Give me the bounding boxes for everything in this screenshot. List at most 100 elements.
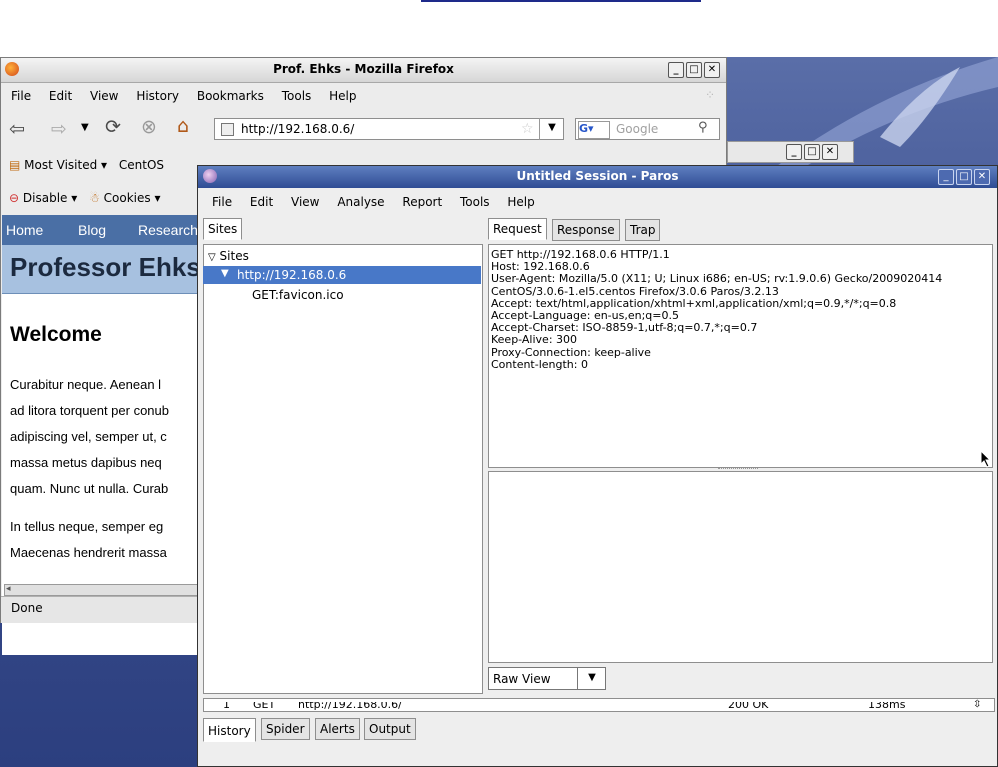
history-time: 138ms: [868, 702, 906, 711]
request-line: Keep-Alive: 300: [491, 333, 578, 347]
request-line: Content-length: 0: [491, 357, 588, 371]
tree-node-favicon[interactable]: GET:favicon.ico: [252, 288, 344, 302]
firefox-titlebar: Prof. Ehks - Mozilla Firefox _ □ ✕: [1, 58, 726, 83]
menu-edit[interactable]: Edit: [250, 195, 273, 209]
paros-menubar: File Edit View Analyse Report Tools Help: [212, 195, 549, 209]
welcome-heading: Welcome: [10, 323, 102, 346]
request-line: CentOS/3.0.6-1.el5.centos Firefox/3.0.6 …: [491, 284, 779, 298]
menu-file[interactable]: File: [11, 89, 31, 103]
tab-history[interactable]: History: [203, 718, 256, 742]
history-status: 200 OK: [728, 702, 769, 711]
bookmarks-toolbar: ▤ Most Visited ▾ CentOS: [9, 158, 164, 172]
home-icon[interactable]: ⌂: [177, 115, 189, 137]
request-header-panel[interactable]: GET http://192.168.0.6 HTTP/1.1 Host: 19…: [488, 244, 993, 468]
nav-blog[interactable]: Blog: [78, 222, 106, 238]
menu-analyse[interactable]: Analyse: [337, 195, 384, 209]
search-box[interactable]: G▾ Google ⚲: [575, 118, 720, 140]
expand-icon[interactable]: ▽: [208, 252, 216, 263]
nav-research[interactable]: Research: [138, 222, 198, 238]
toolbar-disable[interactable]: Disable ▾: [23, 191, 77, 205]
tab-output[interactable]: Output: [364, 718, 416, 740]
view-select[interactable]: Raw View ▼: [488, 667, 606, 690]
collapse-icon[interactable]: ▼: [221, 268, 229, 279]
top-link-bar: [421, 0, 701, 2]
maximize-icon[interactable]: □: [956, 169, 972, 185]
bookmark-star-icon[interactable]: ☆: [521, 121, 534, 137]
toolbar-cookies[interactable]: Cookies ▾: [104, 191, 161, 205]
paros-titlebar: Untitled Session - Paros _ □ ✕: [198, 166, 997, 188]
folder-icon: ▤: [9, 158, 21, 172]
maximize-icon[interactable]: □: [804, 144, 820, 160]
menu-view[interactable]: View: [90, 89, 118, 103]
minimize-icon[interactable]: _: [786, 144, 802, 160]
horizontal-scrollbar[interactable]: ◂: [4, 584, 200, 596]
close-icon[interactable]: ✕: [822, 144, 838, 160]
menu-report[interactable]: Report: [402, 195, 442, 209]
page-heading: Professor Ehks: [10, 252, 201, 282]
back-icon[interactable]: ⇦: [9, 118, 25, 140]
site-identity-icon[interactable]: [221, 123, 234, 136]
search-placeholder: Google: [616, 122, 659, 136]
tree-root[interactable]: ▽ Sites: [208, 249, 249, 263]
paros-title: Untitled Session - Paros: [516, 169, 679, 183]
status-text: Done: [11, 601, 43, 615]
dropdown-arrow-icon[interactable]: ▼: [577, 668, 606, 689]
minimize-icon[interactable]: _: [938, 169, 954, 185]
menu-help[interactable]: Help: [507, 195, 534, 209]
reload-icon[interactable]: ⟳: [105, 116, 121, 138]
scroll-left-icon[interactable]: ◂: [6, 584, 11, 594]
webdev-toolbar: ⊖ Disable ▾ ☃ Cookies ▾: [9, 191, 161, 205]
search-engine-icon[interactable]: G▾: [578, 121, 610, 139]
tab-spider[interactable]: Spider: [261, 718, 310, 740]
history-index: 1: [223, 702, 230, 711]
menu-tools[interactable]: Tools: [460, 195, 490, 209]
request-line: Proxy-Connection: keep-alive: [491, 345, 651, 359]
paros-window: Untitled Session - Paros _ □ ✕ File Edit…: [197, 165, 998, 767]
stop-icon[interactable]: ⊗: [141, 116, 157, 138]
paragraph-line: adipiscing vel, semper ut, c: [10, 429, 167, 444]
tab-trap[interactable]: Trap: [625, 219, 661, 241]
close-icon[interactable]: ✕: [974, 169, 990, 185]
url-dropdown-icon[interactable]: ▼: [539, 118, 564, 140]
menu-tools[interactable]: Tools: [282, 89, 312, 103]
bookmark-centos[interactable]: CentOS: [119, 158, 164, 172]
request-headers: GET http://192.168.0.6 HTTP/1.1 Host: 19…: [491, 248, 943, 371]
cookies-icon: ☃: [89, 191, 100, 205]
menu-history[interactable]: History: [136, 89, 179, 103]
throbber-icon: ⁘: [705, 88, 716, 102]
tree-host-label: http://192.168.0.6: [237, 268, 347, 282]
request-body-panel[interactable]: [488, 471, 993, 663]
minimize-icon[interactable]: _: [668, 62, 684, 78]
page-header: Professor Ehks: [2, 245, 202, 294]
menu-bookmarks[interactable]: Bookmarks: [197, 89, 264, 103]
sites-tree-panel: ▽ Sites: [203, 244, 483, 694]
tree-root-label: Sites: [219, 249, 249, 263]
menu-help[interactable]: Help: [329, 89, 356, 103]
history-dropdown-icon[interactable]: ▼: [81, 122, 89, 133]
url-text: http://192.168.0.6/: [241, 122, 355, 136]
request-line: User-Agent: Mozilla/5.0 (X11; U; Linux i…: [491, 272, 943, 286]
search-icon[interactable]: ⚲: [698, 120, 708, 135]
paragraph-line: Maecenas hendrerit massa: [10, 545, 167, 560]
menu-view[interactable]: View: [291, 195, 319, 209]
url-bar[interactable]: http://192.168.0.6/ ☆ ▼: [214, 118, 564, 140]
menu-edit[interactable]: Edit: [49, 89, 72, 103]
menu-file[interactable]: File: [212, 195, 232, 209]
paragraph-line: Curabitur neque. Aenean l: [10, 377, 162, 392]
history-method: GET: [253, 702, 276, 711]
tab-response[interactable]: Response: [552, 219, 620, 241]
scroll-spinner-icon[interactable]: ⇳: [973, 699, 981, 710]
mouse-cursor-icon: [980, 450, 992, 468]
tab-request[interactable]: Request: [488, 218, 547, 240]
background-window-titlebar: _ □ ✕: [727, 141, 854, 163]
forward-icon[interactable]: ⇨: [51, 118, 67, 140]
close-icon[interactable]: ✕: [704, 62, 720, 78]
tab-alerts[interactable]: Alerts: [315, 718, 360, 740]
paragraph-line: ad litora torquent per conub: [10, 403, 169, 418]
tab-sites[interactable]: Sites: [203, 218, 243, 240]
maximize-icon[interactable]: □: [686, 62, 702, 78]
bookmark-most-visited[interactable]: Most Visited ▾: [24, 158, 107, 172]
table-row[interactable]: 1 GET http://192.168.0.6/ 200 OK 138ms: [203, 702, 995, 712]
nav-home[interactable]: Home: [6, 222, 43, 238]
tree-node-host[interactable]: ▼ http://192.168.0.6: [203, 266, 481, 284]
